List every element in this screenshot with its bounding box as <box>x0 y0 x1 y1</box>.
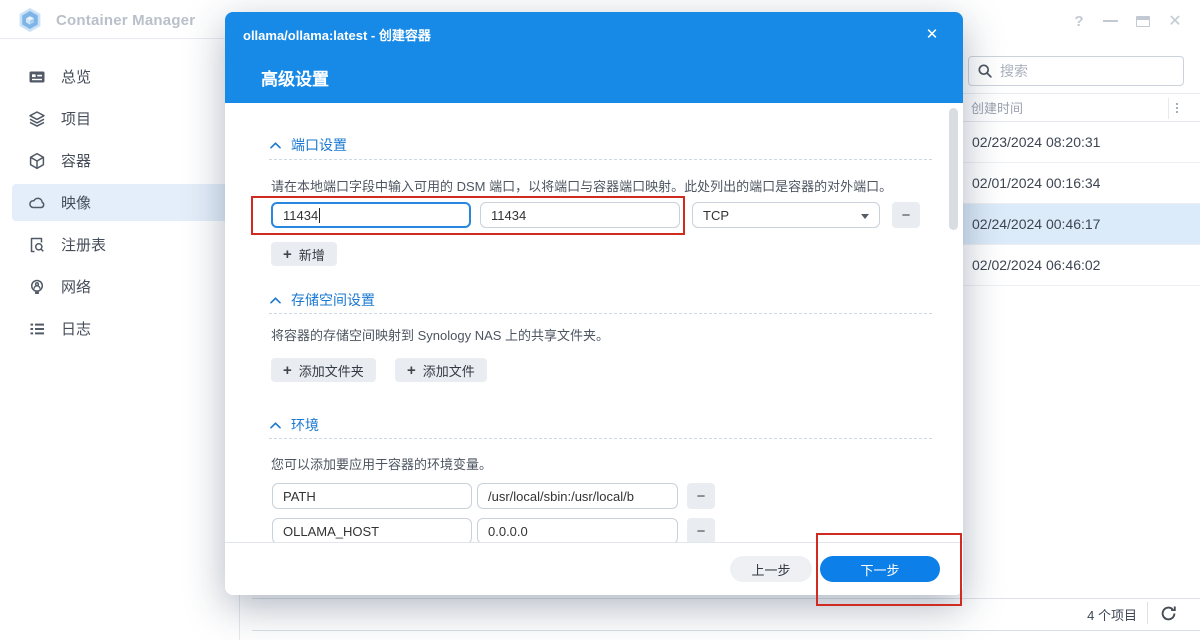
env-name-input[interactable]: PATH <box>272 483 472 509</box>
item-count-label: 4 个项目 <box>1087 608 1137 623</box>
created-time-cell: 02/01/2024 00:16:34 <box>972 175 1101 191</box>
chevron-up-icon <box>270 296 281 303</box>
table-row[interactable]: 02/02/2024 06:46:02 <box>963 245 1200 286</box>
section-divider <box>269 313 932 314</box>
local-port-input[interactable]: 11434 <box>271 202 471 228</box>
created-time-cell: 02/24/2024 00:46:17 <box>972 216 1101 232</box>
table-row[interactable]: 02/23/2024 08:20:31 <box>963 122 1200 163</box>
table-row[interactable]: 02/01/2024 00:16:34 <box>963 163 1200 204</box>
section-divider <box>269 159 932 160</box>
plus-icon: + <box>283 245 292 263</box>
column-divider <box>1168 98 1169 119</box>
plus-icon: + <box>407 361 416 379</box>
dialog-title: ollama/ollama:latest - 创建容器 <box>243 28 431 43</box>
env-value-value: /usr/local/sbin:/usr/local/b <box>488 488 634 504</box>
remove-env-button[interactable]: − <box>687 518 715 544</box>
minus-icon: − <box>696 487 706 505</box>
local-port-value: 11434 <box>283 207 319 223</box>
section-divider <box>269 438 932 439</box>
ports-description: 请在本地端口字段中输入可用的 DSM 端口，以将端口与容器端口映射。此处列出的端… <box>271 179 893 194</box>
column-header-created-time[interactable]: 创建时间 <box>971 98 1023 117</box>
chevron-up-icon <box>270 421 281 428</box>
dialog-footer: 上一步 下一步 <box>225 542 963 595</box>
env-name-value: OLLAMA_HOST <box>283 523 380 539</box>
search-input[interactable]: 搜索 <box>968 56 1184 86</box>
remove-env-button[interactable]: − <box>687 483 715 509</box>
add-port-button[interactable]: + 新增 <box>271 242 337 266</box>
dialog-close-icon[interactable]: ✕ <box>921 23 943 45</box>
add-file-label: 添加文件 <box>422 363 475 379</box>
section-storage-toggle[interactable]: 存储空间设置 <box>270 290 375 310</box>
refresh-button[interactable] <box>1155 601 1181 625</box>
env-value-input[interactable]: 0.0.0.0 <box>477 518 678 544</box>
dialog-scrollbar[interactable] <box>949 108 958 230</box>
search-icon <box>978 64 992 78</box>
text-cursor <box>319 207 321 223</box>
section-environment-toggle[interactable]: 环境 <box>270 415 319 435</box>
search-placeholder: 搜索 <box>1000 63 1028 79</box>
plus-icon: + <box>283 361 292 379</box>
storage-description: 将容器的存储空间映射到 Synology NAS 上的共享文件夹。 <box>271 328 610 343</box>
section-title-label: 端口设置 <box>291 137 347 153</box>
protocol-select[interactable]: TCP <box>692 202 880 228</box>
back-button[interactable]: 上一步 <box>730 556 812 582</box>
image-list: 02/23/2024 08:20:31 02/01/2024 00:16:34 … <box>963 122 1200 286</box>
container-port-value: 11434 <box>491 207 527 223</box>
section-ports-toggle[interactable]: 端口设置 <box>270 135 347 155</box>
env-value-input[interactable]: /usr/local/sbin:/usr/local/b <box>477 483 678 509</box>
section-title-label: 环境 <box>291 417 319 433</box>
env-name-input[interactable]: OLLAMA_HOST <box>272 518 472 544</box>
minus-icon: − <box>696 522 706 540</box>
statusbar-divider-bottom <box>252 630 1200 631</box>
add-file-button[interactable]: + 添加文件 <box>395 358 487 382</box>
column-header-row: 创建时间 <box>963 93 1200 122</box>
add-port-label: 新增 <box>298 247 325 263</box>
created-time-cell: 02/02/2024 06:46:02 <box>972 257 1101 273</box>
env-value-value: 0.0.0.0 <box>488 523 528 539</box>
statusbar-divider-top <box>252 598 1200 599</box>
remove-port-button[interactable]: − <box>892 202 920 228</box>
env-name-value: PATH <box>283 488 316 504</box>
container-manager-window: Container Manager ? ✕ 总览 项目 容器 映像 注册表 网络… <box>0 0 1200 640</box>
table-row-selected[interactable]: 02/24/2024 00:46:17 <box>963 204 1200 245</box>
create-container-dialog: ollama/ollama:latest - 创建容器 高级设置 ✕ 端口设置 … <box>225 12 963 595</box>
container-port-input[interactable]: 11434 <box>480 202 680 228</box>
created-time-cell: 02/23/2024 08:20:31 <box>972 134 1101 150</box>
column-options-icon[interactable] <box>1176 102 1178 113</box>
chevron-down-icon <box>861 214 869 219</box>
statusbar-vertical-divider <box>1147 602 1148 624</box>
refresh-icon <box>1161 605 1176 620</box>
protocol-value: TCP <box>703 207 729 223</box>
environment-description: 您可以添加要应用于容器的环境变量。 <box>271 457 493 472</box>
next-button[interactable]: 下一步 <box>820 556 940 582</box>
dialog-header: ollama/ollama:latest - 创建容器 高级设置 ✕ <box>225 12 963 103</box>
add-folder-button[interactable]: + 添加文件夹 <box>271 358 376 382</box>
add-folder-label: 添加文件夹 <box>298 363 364 379</box>
section-title-label: 存储空间设置 <box>291 292 375 308</box>
chevron-up-icon <box>270 141 281 148</box>
dialog-subtitle: 高级设置 <box>261 70 329 89</box>
minus-icon: − <box>901 206 911 224</box>
